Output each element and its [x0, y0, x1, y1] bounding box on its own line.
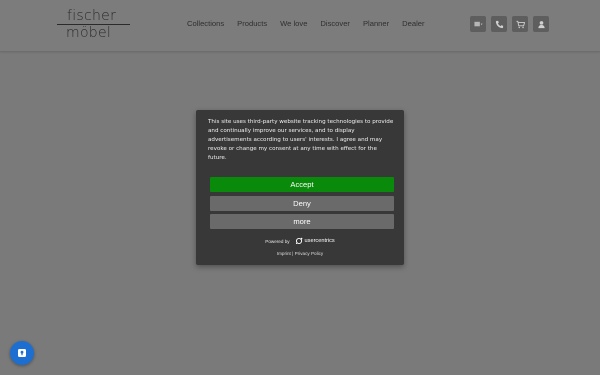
- privacy-policy-link[interactable]: Privacy Policy: [295, 251, 324, 256]
- powered-by-label: Powered by: [265, 238, 290, 244]
- privacy-settings-icon: [18, 349, 26, 357]
- link-separator: |: [292, 251, 294, 256]
- privacy-settings-button[interactable]: [10, 341, 34, 365]
- powered-by: Powered by usercentrics: [196, 237, 404, 245]
- accept-button[interactable]: Accept: [210, 177, 394, 192]
- usercentrics-icon: [295, 237, 302, 245]
- more-button[interactable]: more: [210, 214, 394, 229]
- consent-message: This site uses third-party website track…: [208, 119, 394, 161]
- imprint-link[interactable]: Imprint: [277, 251, 291, 256]
- consent-links: Imprint | Privacy Policy: [196, 251, 404, 256]
- usercentrics-brand: usercentrics: [304, 238, 335, 244]
- cookie-consent-dialog: This site uses third-party website track…: [196, 110, 404, 265]
- usercentrics-logo: usercentrics: [295, 237, 335, 245]
- deny-button[interactable]: Deny: [210, 196, 394, 211]
